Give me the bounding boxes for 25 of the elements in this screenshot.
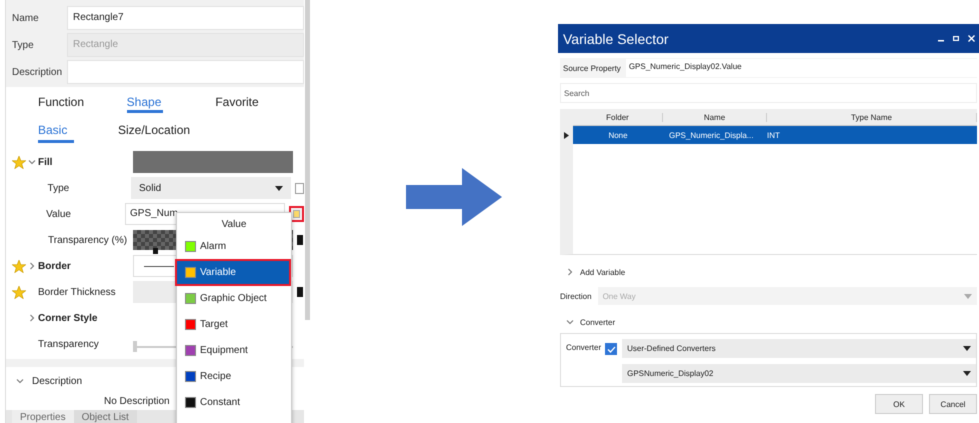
dropdown-value: GPSNumeric_Display02: [627, 369, 714, 378]
property-label: Transparency (%): [47, 234, 128, 246]
field-label: Direction: [560, 292, 592, 300]
field-label: Source Property: [562, 64, 621, 72]
field-label: Name: [12, 12, 40, 24]
property-label: Type: [46, 182, 70, 194]
dropdown-value: User-Defined Converters: [627, 344, 716, 353]
input-field: Rectangle: [67, 33, 304, 57]
table-cell-text: INT: [767, 130, 781, 140]
menu-title: Value: [220, 218, 248, 232]
dropdown-value: Solid: [139, 182, 162, 194]
property-label: Corner Style: [38, 312, 98, 324]
property-label: Border Thickness: [38, 286, 117, 298]
field-label: Description: [12, 66, 64, 78]
description-text: No Description: [104, 396, 170, 407]
table-cell-text: GPS_Numeric_Displa...: [668, 130, 754, 140]
property-label: Value: [45, 208, 72, 220]
window-title: Variable Selector: [563, 30, 669, 46]
property-label: Border: [38, 260, 72, 272]
table-cell-text: None: [607, 130, 629, 140]
dropdown-value: One Way: [602, 292, 636, 300]
property-label: Fill: [38, 156, 54, 168]
field-label: Converter: [566, 343, 602, 352]
property-label: Transparency: [38, 338, 100, 350]
field-label: Type: [12, 40, 35, 50]
